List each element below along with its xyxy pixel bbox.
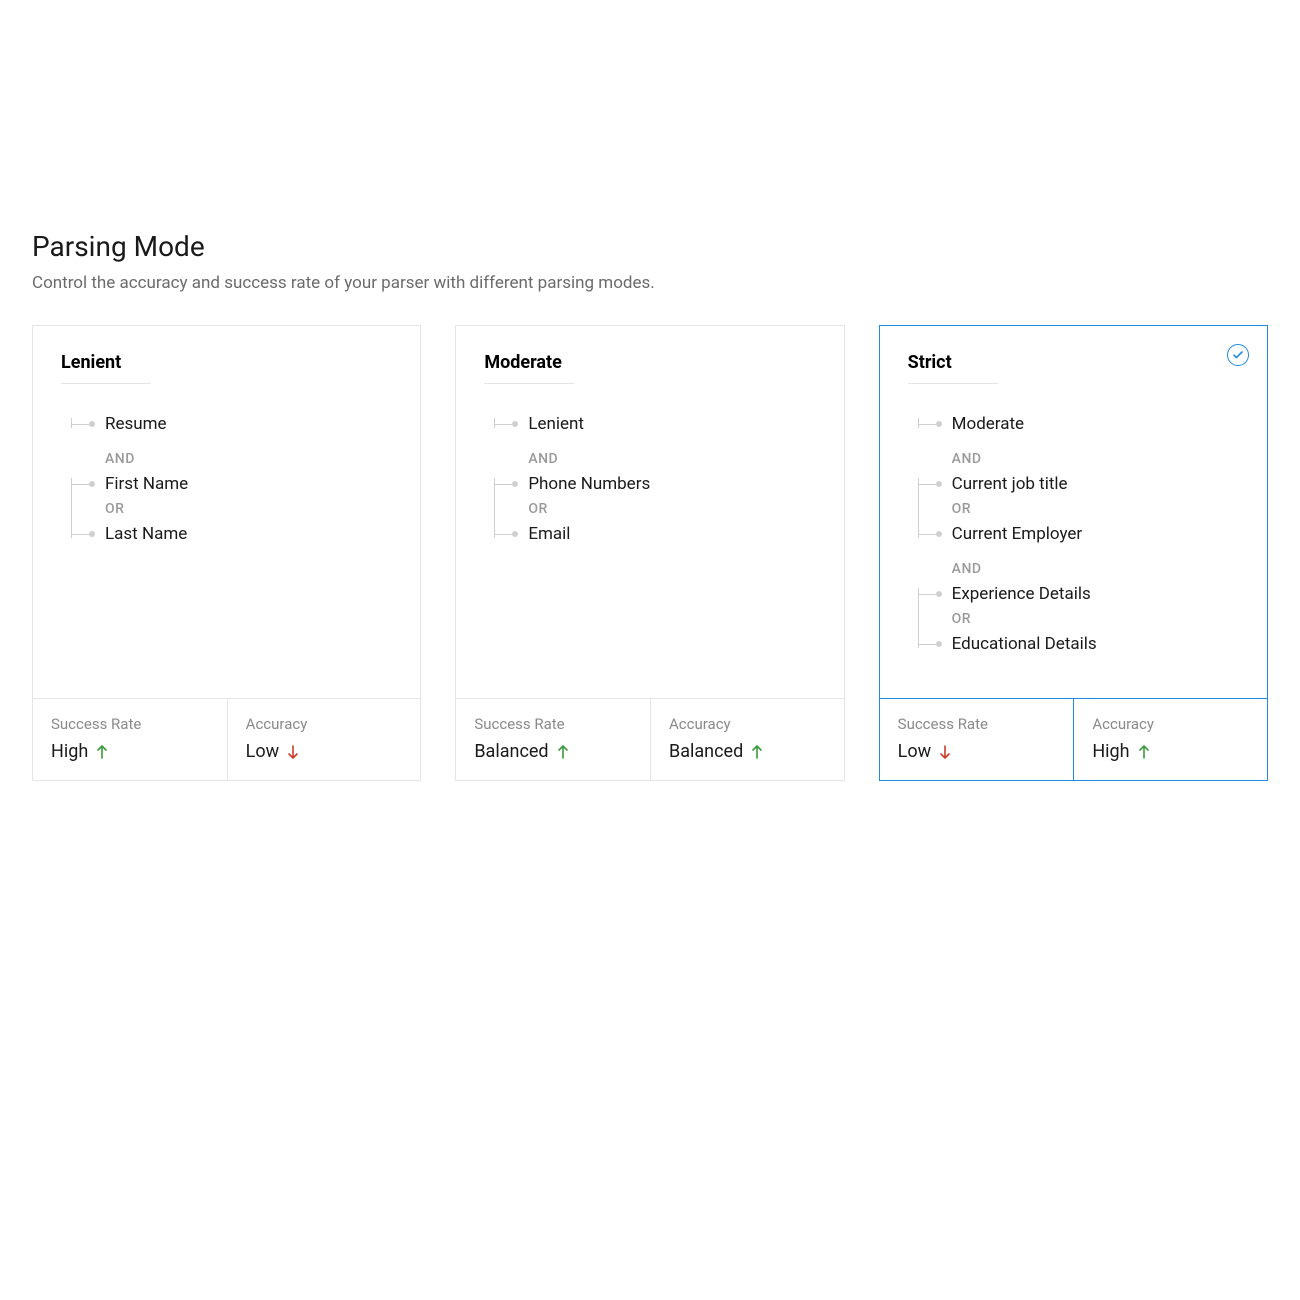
metric-success-rate: Success Rate High — [33, 699, 227, 780]
metric-value-text: Low — [898, 741, 932, 762]
rule-node: Last Name — [97, 520, 392, 548]
rules-tree: Resume AND First Name OR Last Name — [61, 410, 392, 548]
rule-operator-or: OR — [944, 498, 1239, 520]
metric-label: Accuracy — [669, 715, 826, 733]
rule-group: Experience Details OR Educational Detail… — [914, 580, 1239, 658]
metric-value: Low — [246, 741, 403, 762]
rule-node: Experience Details — [944, 580, 1239, 608]
rule-node: Phone Numbers — [520, 470, 815, 498]
metric-value-text: Low — [246, 741, 280, 762]
rule-operator-and: AND — [490, 448, 815, 470]
rule-node: Current job title — [944, 470, 1239, 498]
rule-group: Moderate — [914, 410, 1239, 438]
rule-operator-or: OR — [520, 498, 815, 520]
rule-node: Moderate — [944, 410, 1239, 438]
arrow-up-icon — [557, 744, 569, 760]
card-body: Strict Moderate AND Current job title OR… — [880, 326, 1267, 698]
rule-operator-and: AND — [67, 448, 392, 470]
card-body: Moderate Lenient AND Phone Numbers OR Em… — [456, 326, 843, 698]
metric-label: Accuracy — [246, 715, 403, 733]
rule-operator-or: OR — [944, 608, 1239, 630]
arrow-up-icon — [1138, 744, 1150, 760]
arrow-up-icon — [96, 744, 108, 760]
metric-value-text: Balanced — [474, 741, 548, 762]
rule-group: Current job title OR Current Employer — [914, 470, 1239, 548]
card-body: Lenient Resume AND First Name OR Last Na… — [33, 326, 420, 698]
mode-cards: Lenient Resume AND First Name OR Last Na… — [32, 325, 1268, 781]
rule-operator-or: OR — [97, 498, 392, 520]
section-title: Parsing Mode — [32, 230, 1268, 263]
arrow-up-icon — [751, 744, 763, 760]
mode-card-lenient[interactable]: Lenient Resume AND First Name OR Last Na… — [32, 325, 421, 781]
metric-value-text: High — [1092, 741, 1129, 762]
rule-node: Educational Details — [944, 630, 1239, 658]
rule-group: First Name OR Last Name — [67, 470, 392, 548]
metric-value-text: Balanced — [669, 741, 743, 762]
rules-tree: Moderate AND Current job title OR Curren… — [908, 410, 1239, 658]
metric-success-rate: Success Rate Low — [880, 699, 1074, 780]
card-footer: Success Rate Low Accuracy High — [880, 698, 1267, 780]
rule-node: Current Employer — [944, 520, 1239, 548]
metric-success-rate: Success Rate Balanced — [456, 699, 650, 780]
rule-operator-and: AND — [914, 448, 1239, 470]
rules-tree: Lenient AND Phone Numbers OR Email — [484, 410, 815, 548]
metric-accuracy: Accuracy Low — [227, 699, 421, 780]
metric-label: Accuracy — [1092, 715, 1249, 733]
mode-card-moderate[interactable]: Moderate Lenient AND Phone Numbers OR Em… — [455, 325, 844, 781]
rule-node: Lenient — [520, 410, 815, 438]
rule-node: First Name — [97, 470, 392, 498]
rule-group: Resume — [67, 410, 392, 438]
rule-node: Resume — [97, 410, 392, 438]
metric-label: Success Rate — [474, 715, 632, 733]
metric-value: Balanced — [474, 741, 632, 762]
metric-value-text: High — [51, 741, 88, 762]
metric-accuracy: Accuracy High — [1073, 699, 1267, 780]
mode-card-strict[interactable]: Strict Moderate AND Current job title OR… — [879, 325, 1268, 781]
card-footer: Success Rate High Accuracy Low — [33, 698, 420, 780]
rule-group: Lenient — [490, 410, 815, 438]
parsing-mode-section: Parsing Mode Control the accuracy and su… — [0, 0, 1300, 821]
arrow-down-icon — [287, 744, 299, 760]
arrow-down-icon — [939, 744, 951, 760]
metric-value: High — [51, 741, 209, 762]
selected-check-icon — [1227, 344, 1249, 366]
metric-value: Low — [898, 741, 1056, 762]
card-title: Strict — [908, 352, 998, 384]
metric-value: High — [1092, 741, 1249, 762]
card-title: Lenient — [61, 352, 151, 384]
rule-operator-and: AND — [914, 558, 1239, 580]
card-footer: Success Rate Balanced Accuracy Balanced — [456, 698, 843, 780]
section-subtitle: Control the accuracy and success rate of… — [32, 273, 1268, 293]
metric-value: Balanced — [669, 741, 826, 762]
metric-label: Success Rate — [51, 715, 209, 733]
rule-group: Phone Numbers OR Email — [490, 470, 815, 548]
metric-label: Success Rate — [898, 715, 1056, 733]
rule-node: Email — [520, 520, 815, 548]
card-title: Moderate — [484, 352, 574, 384]
metric-accuracy: Accuracy Balanced — [650, 699, 844, 780]
